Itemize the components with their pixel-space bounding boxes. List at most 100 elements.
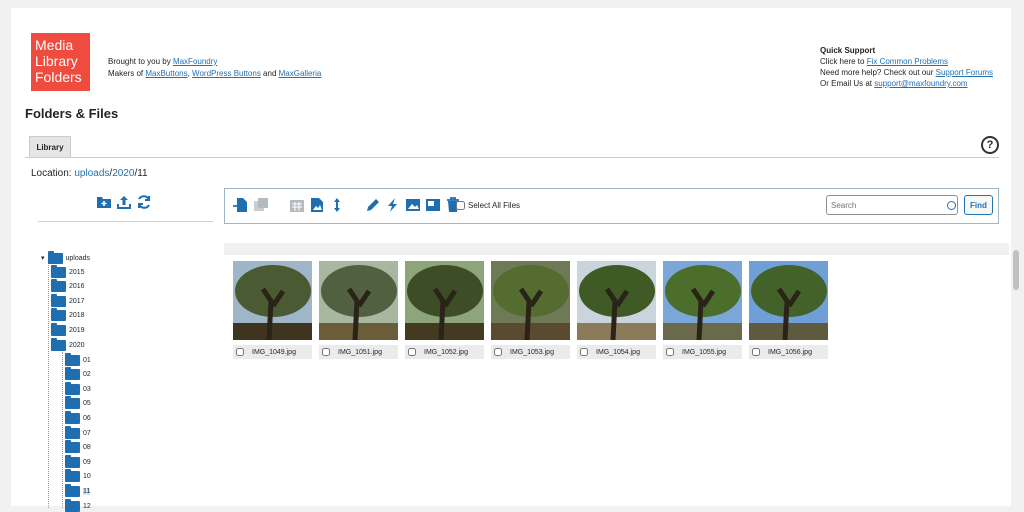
location-breadcrumb: Location: uploads/2020/11 bbox=[31, 168, 148, 179]
tree-label: 07 bbox=[83, 429, 91, 437]
gallery-icon[interactable] bbox=[405, 197, 421, 213]
tree-root-uploads[interactable]: ▾ uploads bbox=[41, 250, 90, 264]
folder-icon bbox=[47, 250, 63, 264]
select-all-files[interactable]: Select All Files bbox=[456, 201, 520, 210]
tree-folder-03[interactable]: 03 bbox=[65, 381, 91, 395]
tree-folder-2018[interactable]: 2018 bbox=[51, 308, 85, 322]
folder-icon bbox=[51, 308, 66, 322]
tab-library[interactable]: Library bbox=[29, 136, 71, 157]
tree-folder-12[interactable]: 12 bbox=[65, 498, 91, 512]
add-folder-icon[interactable] bbox=[96, 194, 112, 210]
makers-text: Makers of bbox=[108, 69, 146, 78]
file-thumbnail[interactable] bbox=[233, 261, 312, 341]
tree-label: 2015 bbox=[69, 268, 85, 276]
file-item[interactable]: IMG_1049.jpg bbox=[233, 261, 312, 359]
tree-folder-11[interactable]: 11 bbox=[65, 483, 91, 497]
folder-icon bbox=[65, 469, 80, 483]
file-thumbnail[interactable] bbox=[577, 261, 656, 341]
maxbuttons-link[interactable]: MaxButtons bbox=[145, 69, 187, 78]
tree-folder-09[interactable]: 09 bbox=[65, 454, 91, 468]
help-icon[interactable]: ? bbox=[981, 136, 999, 154]
folder-icon bbox=[51, 322, 66, 336]
folder-icon bbox=[65, 352, 80, 366]
collapse-icon[interactable]: ▾ bbox=[41, 254, 45, 262]
sort-icon[interactable] bbox=[329, 197, 345, 213]
scrollbar[interactable] bbox=[1013, 250, 1019, 290]
file-checkbox[interactable] bbox=[408, 348, 416, 356]
tree-folder-2020[interactable]: 2020 bbox=[51, 337, 85, 351]
copy-icon[interactable] bbox=[253, 197, 269, 213]
file-name: IMG_1054.jpg bbox=[596, 348, 640, 356]
file-item[interactable]: IMG_1053.jpg bbox=[491, 261, 570, 359]
file-checkbox[interactable] bbox=[494, 348, 502, 356]
image-seo-icon[interactable] bbox=[425, 197, 441, 213]
search-input[interactable] bbox=[826, 195, 958, 215]
tree-folder-2019[interactable]: 2019 bbox=[51, 322, 85, 336]
refresh-icon[interactable] bbox=[136, 194, 152, 210]
tree-folder-2016[interactable]: 2016 bbox=[51, 279, 85, 293]
search-icon[interactable] bbox=[947, 201, 956, 210]
file-checkbox[interactable] bbox=[666, 348, 674, 356]
support-forums-link[interactable]: Support Forums bbox=[936, 68, 993, 77]
tree-folder-07[interactable]: 07 bbox=[65, 425, 91, 439]
tree-folder-08[interactable]: 08 bbox=[65, 440, 91, 454]
tree-folder-02[interactable]: 02 bbox=[65, 367, 91, 381]
logo-line: Media bbox=[35, 37, 74, 53]
select-all-label: Select All Files bbox=[468, 201, 521, 210]
breadcrumb-2020[interactable]: 2020 bbox=[112, 168, 134, 179]
tree-folder-10[interactable]: 10 bbox=[65, 469, 91, 483]
file-checkbox[interactable] bbox=[580, 348, 588, 356]
add-file-icon[interactable] bbox=[233, 197, 249, 213]
file-checkbox[interactable] bbox=[236, 348, 244, 356]
folder-icon bbox=[65, 483, 80, 497]
maxgalleria-link[interactable]: MaxGalleria bbox=[279, 69, 322, 78]
media-library-folders-logo: Media Library Folders bbox=[31, 33, 90, 91]
select-all-checkbox[interactable] bbox=[456, 201, 465, 210]
tree-folder-05[interactable]: 05 bbox=[65, 396, 91, 410]
rename-icon[interactable] bbox=[365, 197, 381, 213]
file-item[interactable]: IMG_1055.jpg bbox=[663, 261, 742, 359]
maxfoundry-link[interactable]: MaxFoundry bbox=[173, 57, 217, 66]
page-title: Folders & Files bbox=[25, 106, 119, 121]
support-email-link[interactable]: support@maxfoundry.com bbox=[874, 79, 967, 88]
tree-folder-01[interactable]: 01 bbox=[65, 352, 91, 366]
file-caption: IMG_1055.jpg bbox=[663, 345, 742, 359]
folder-icon bbox=[65, 440, 80, 454]
file-thumbnail[interactable] bbox=[491, 261, 570, 341]
tree-folder-2015[interactable]: 2015 bbox=[51, 264, 85, 278]
file-checkbox[interactable] bbox=[322, 348, 330, 356]
regenerate-thumbnails-icon[interactable] bbox=[309, 197, 325, 213]
file-caption: IMG_1056.jpg bbox=[749, 345, 828, 359]
file-thumbnail[interactable] bbox=[663, 261, 742, 341]
quick-support: Quick Support Click here to Fix Common P… bbox=[820, 45, 993, 89]
tree-folder-06[interactable]: 06 bbox=[65, 410, 91, 424]
file-item[interactable]: IMG_1054.jpg bbox=[577, 261, 656, 359]
tree-label: 01 bbox=[83, 356, 91, 364]
breadcrumb-uploads[interactable]: uploads bbox=[74, 168, 109, 179]
folder-icon bbox=[51, 293, 66, 307]
file-thumbnail[interactable] bbox=[405, 261, 484, 341]
folder-icon bbox=[51, 337, 66, 351]
tree-folder-2017[interactable]: 2017 bbox=[51, 293, 85, 307]
location-label: Location: bbox=[31, 168, 75, 179]
file-name: IMG_1055.jpg bbox=[682, 348, 726, 356]
file-checkbox[interactable] bbox=[752, 348, 760, 356]
tree-label: 10 bbox=[83, 473, 91, 481]
separator: and bbox=[260, 69, 279, 78]
upload-icon[interactable] bbox=[116, 194, 132, 210]
wordpress-buttons-link[interactable]: WordPress Buttons bbox=[192, 69, 261, 78]
fix-common-problems-link[interactable]: Fix Common Problems bbox=[867, 57, 948, 66]
folder-icon bbox=[65, 410, 80, 424]
file-name: IMG_1049.jpg bbox=[252, 348, 296, 356]
find-button[interactable]: Find bbox=[964, 195, 993, 215]
file-thumbnail[interactable] bbox=[319, 261, 398, 341]
folder-icon bbox=[51, 279, 66, 293]
calendar-icon[interactable] bbox=[289, 197, 305, 213]
file-item[interactable]: IMG_1056.jpg bbox=[749, 261, 828, 359]
flash-icon[interactable] bbox=[385, 197, 401, 213]
file-caption: IMG_1053.jpg bbox=[491, 345, 570, 359]
folder-actions bbox=[96, 194, 152, 210]
file-thumbnail[interactable] bbox=[749, 261, 828, 341]
file-item[interactable]: IMG_1051.jpg bbox=[319, 261, 398, 359]
file-item[interactable]: IMG_1052.jpg bbox=[405, 261, 484, 359]
